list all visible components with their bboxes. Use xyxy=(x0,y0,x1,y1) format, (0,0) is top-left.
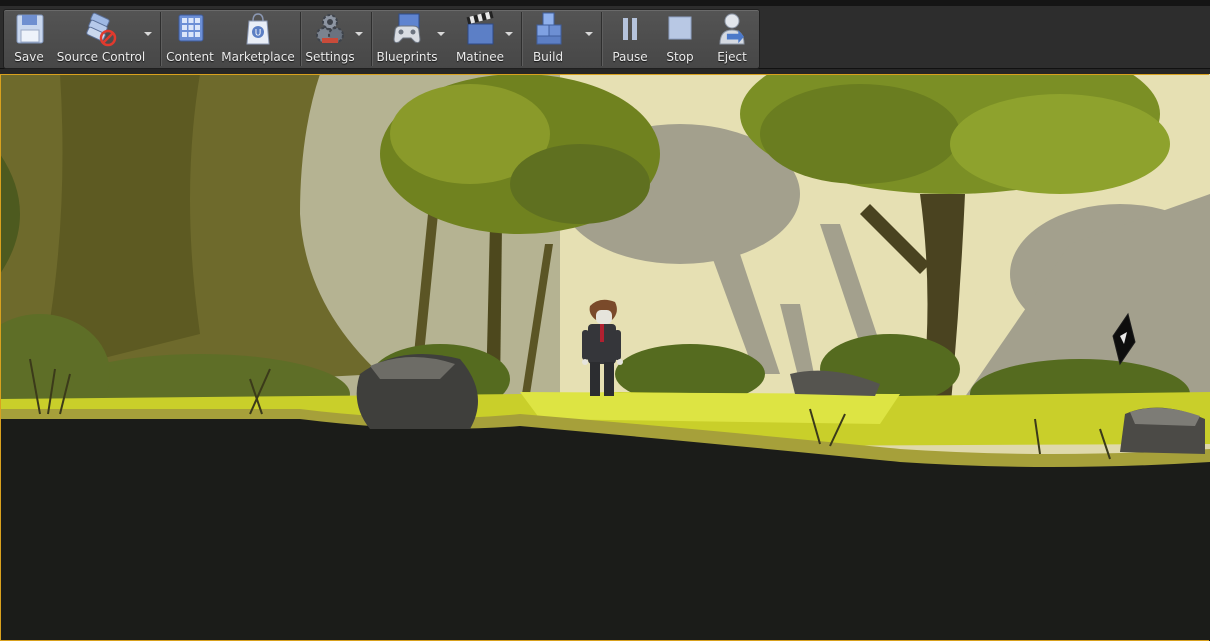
chevron-down-icon xyxy=(505,32,513,36)
toolbar-separator xyxy=(300,12,301,66)
chevron-down-icon xyxy=(355,32,363,36)
build-button[interactable]: Build xyxy=(526,10,570,68)
eject-label: Eject xyxy=(717,50,747,64)
build-label: Build xyxy=(532,50,564,64)
eject-button[interactable]: Eject xyxy=(712,10,752,68)
save-button[interactable]: Save xyxy=(7,10,51,68)
eject-user-icon xyxy=(719,13,745,45)
marketplace-label: Marketplace xyxy=(221,50,295,64)
stop-label: Stop xyxy=(666,50,694,64)
chevron-down-icon xyxy=(585,32,593,36)
content-label: Content xyxy=(166,50,214,64)
settings-dropdown-arrow[interactable] xyxy=(353,28,365,40)
matinee-button[interactable]: Matinee xyxy=(454,10,506,68)
stop-button[interactable]: Stop xyxy=(660,10,700,68)
save-label: Save xyxy=(14,50,44,64)
pause-icon xyxy=(623,18,637,40)
source-control-disabled-icon xyxy=(86,12,117,47)
blueprints-button[interactable]: Blueprints xyxy=(376,10,438,68)
marketplace-bag-icon: U xyxy=(246,13,270,45)
svg-text:U: U xyxy=(255,29,262,39)
content-button[interactable]: Content xyxy=(164,10,216,68)
settings-label: Settings xyxy=(305,50,355,64)
level-editor-toolbar-area: Save Source Control Content U Marketplac… xyxy=(0,6,1210,69)
build-blocks-icon xyxy=(536,12,562,45)
source-control-button[interactable]: Source Control xyxy=(56,10,146,68)
matinee-dropdown-arrow[interactable] xyxy=(503,28,515,40)
chevron-down-icon xyxy=(144,32,152,36)
stop-icon xyxy=(668,16,692,40)
matinee-label: Matinee xyxy=(455,50,505,64)
floppy-disk-icon xyxy=(16,14,44,44)
level-editor-toolbar: Save Source Control Content U Marketplac… xyxy=(3,9,760,69)
pause-button[interactable]: Pause xyxy=(606,10,654,68)
toolbar-separator xyxy=(521,12,522,66)
toolbar-separator xyxy=(160,12,161,66)
blueprints-label: Blueprints xyxy=(376,50,438,64)
settings-gears-icon xyxy=(316,14,344,43)
blueprints-gamepad-icon xyxy=(393,13,421,44)
settings-button[interactable]: Settings xyxy=(304,10,356,68)
game-viewport[interactable] xyxy=(0,74,1210,641)
chevron-down-icon xyxy=(437,32,445,36)
source-control-label: Source Control xyxy=(56,50,146,64)
pause-label: Pause xyxy=(612,50,648,64)
build-dropdown-arrow[interactable] xyxy=(583,28,595,40)
source-control-dropdown-arrow[interactable] xyxy=(142,28,154,40)
toolbar-separator xyxy=(601,12,602,66)
clapperboard-icon xyxy=(466,11,494,45)
blueprints-dropdown-arrow[interactable] xyxy=(435,28,447,40)
toolbar-separator xyxy=(371,12,372,66)
content-browser-icon xyxy=(178,14,204,42)
marketplace-button[interactable]: U Marketplace xyxy=(221,10,295,68)
scene-render xyxy=(0,74,1210,641)
